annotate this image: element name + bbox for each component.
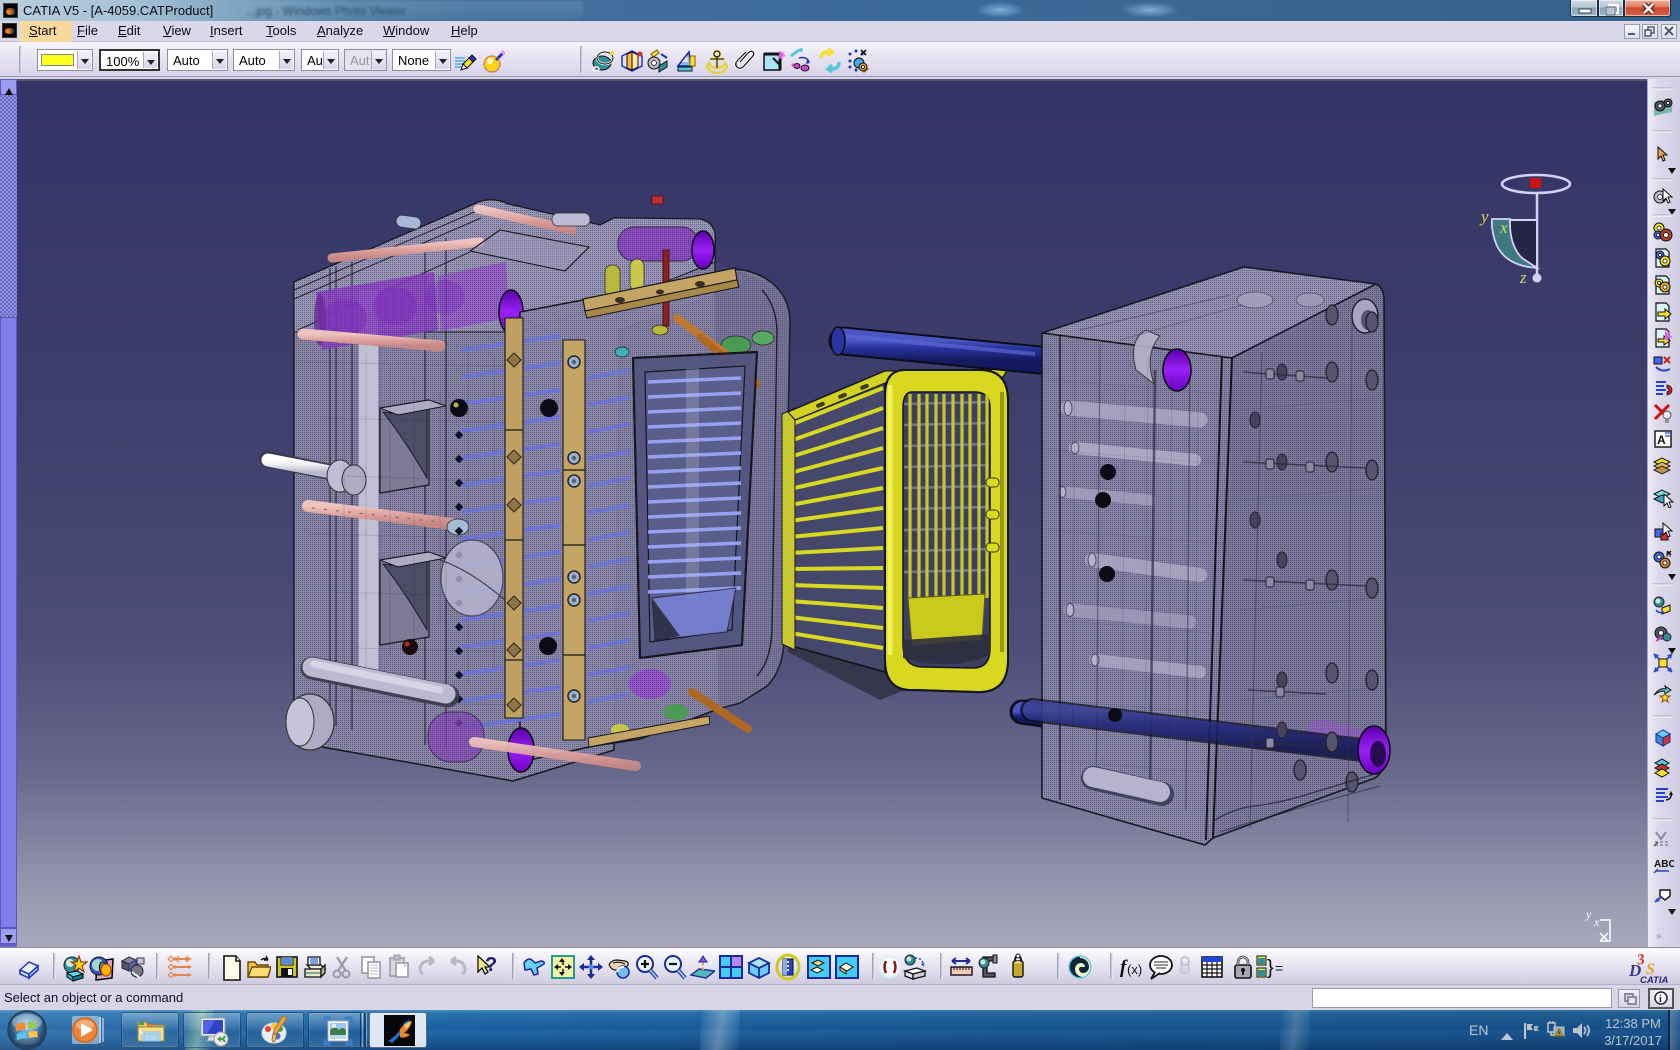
svg-text:=: = xyxy=(1275,960,1283,976)
svg-text:x: x xyxy=(1593,915,1600,929)
svg-text:ABC: ABC xyxy=(1654,859,1674,870)
svg-text:(x): (x) xyxy=(1127,962,1142,977)
svg-text:z: z xyxy=(1519,268,1527,287)
svg-text:y: y xyxy=(1585,907,1592,921)
svg-text:}: } xyxy=(1267,957,1274,979)
svg-text:y: y xyxy=(1479,207,1489,226)
svg-text:?: ? xyxy=(485,954,497,976)
svg-text:x: x xyxy=(1499,218,1508,237)
svg-text:A: A xyxy=(1657,433,1666,447)
svg-text:i: i xyxy=(1659,994,1662,1005)
